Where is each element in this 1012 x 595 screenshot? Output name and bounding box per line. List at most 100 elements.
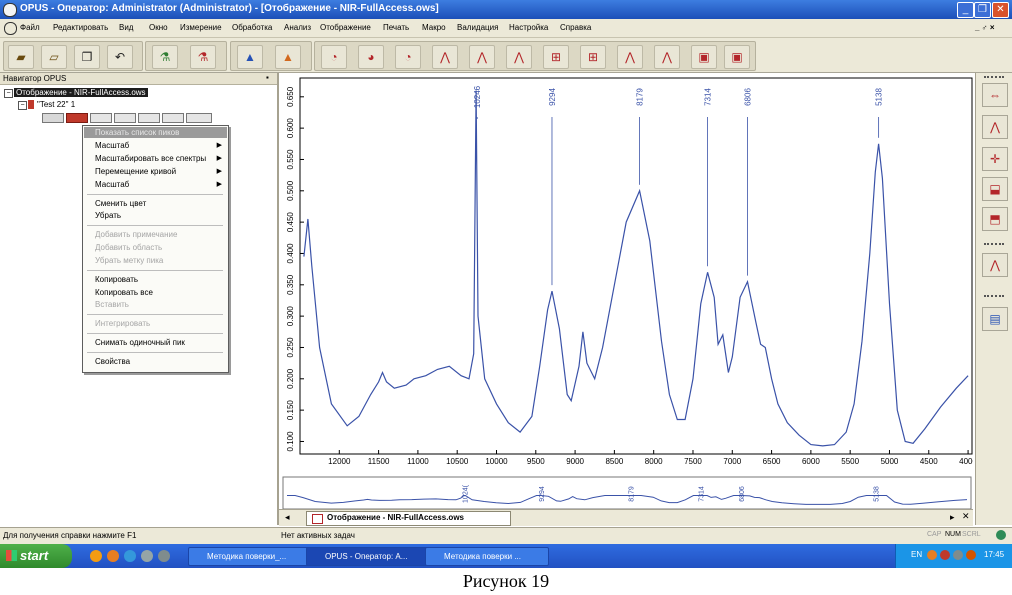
- ctx-change-color[interactable]: Сменить цвет: [95, 199, 146, 208]
- undo-icon[interactable]: ↶: [107, 45, 133, 69]
- peak-view-icon[interactable]: ⋀: [982, 115, 1008, 139]
- open-file-icon[interactable]: ▰: [8, 45, 34, 69]
- tree-child-node[interactable]: "Test 22" 1: [37, 100, 75, 109]
- document-tab[interactable]: Отображение - NIR-FullAccess.ows: [306, 511, 511, 526]
- quicklaunch-icon[interactable]: [158, 550, 170, 562]
- x-tick-label: 9500: [527, 457, 545, 466]
- subtract-icon[interactable]: ⋀: [506, 45, 532, 69]
- menu-window[interactable]: Окно: [149, 23, 168, 32]
- menu-display[interactable]: Отображение: [320, 23, 371, 32]
- conversion-icon[interactable]: ⋀: [654, 45, 680, 69]
- cut-icon[interactable]: ◕: [358, 45, 384, 69]
- ctx-copy[interactable]: Копировать: [95, 275, 138, 284]
- normalize-icon[interactable]: ◔: [395, 45, 421, 69]
- quicklaunch-icon[interactable]: [90, 550, 102, 562]
- data-block-selected[interactable]: [66, 113, 88, 123]
- tray-icon[interactable]: [953, 550, 963, 560]
- data-block-1[interactable]: [90, 113, 112, 123]
- smooth-icon[interactable]: ⋀: [432, 45, 458, 69]
- report-icon[interactable]: ▣: [691, 45, 717, 69]
- peak-pick-icon[interactable]: ⊞: [543, 45, 569, 69]
- menu-print[interactable]: Печать: [383, 23, 409, 32]
- quicklaunch-icon[interactable]: [107, 550, 119, 562]
- tree-expand-icon[interactable]: −: [4, 89, 13, 98]
- tree-root-node[interactable]: Отображение - NIR-FullAccess.ows: [14, 88, 148, 97]
- spectrum-view-icon[interactable]: ⋀: [982, 253, 1008, 277]
- spectra-overlay-icon[interactable]: ▲: [275, 45, 301, 69]
- save-file-icon[interactable]: ▱: [41, 45, 67, 69]
- menu-macro[interactable]: Макро: [422, 23, 446, 32]
- separator: [87, 225, 223, 226]
- quicklaunch-icon[interactable]: [124, 550, 136, 562]
- data-block-3[interactable]: [138, 113, 160, 123]
- spectrum-plot[interactable]: 0.100 0.150 0.200 0.250 0.300 0.350 0.400 0.450…: [279, 73, 973, 525]
- minimize-button[interactable]: _: [957, 2, 974, 18]
- data-block-ab[interactable]: [42, 113, 64, 123]
- ctx-show-peak-list[interactable]: Показать список пиков: [95, 128, 179, 137]
- windows-icon[interactable]: ❐: [74, 45, 100, 69]
- status-tasks: Нет активных задач: [281, 531, 355, 540]
- restore-button[interactable]: ❐: [974, 2, 991, 18]
- close-tab-icon[interactable]: ✕: [962, 511, 970, 522]
- zoom-out-icon[interactable]: ⬒: [982, 207, 1008, 231]
- scroll-left-icon[interactable]: ◂: [285, 512, 290, 523]
- zoom-in-icon[interactable]: ⇔: [982, 83, 1008, 107]
- data-block-4[interactable]: [162, 113, 184, 123]
- menu-measure[interactable]: Измерение: [180, 23, 222, 32]
- menu-file[interactable]: Файл: [20, 23, 40, 32]
- spectra-compare-icon[interactable]: ▲: [237, 45, 263, 69]
- y-tick-label: 0.150: [286, 400, 295, 421]
- quant-icon[interactable]: ⋀: [617, 45, 643, 69]
- ctx-paste: Вставить: [95, 300, 129, 309]
- tray-lang[interactable]: EN: [911, 550, 922, 559]
- ctx-remove[interactable]: Убрать: [95, 211, 121, 220]
- quicklaunch-icon[interactable]: [141, 550, 153, 562]
- close-button[interactable]: ✕: [992, 2, 1009, 18]
- taskbar-item-doc2[interactable]: Методика поверки ...: [425, 547, 549, 566]
- pin-icon[interactable]: ▪: [266, 73, 269, 82]
- menu-help[interactable]: Справка: [560, 23, 591, 32]
- menu-analysis[interactable]: Анализ: [284, 23, 311, 32]
- ctx-copy-all[interactable]: Копировать все: [95, 288, 153, 297]
- properties-view-icon[interactable]: ▤: [982, 307, 1008, 331]
- ctx-move-curve[interactable]: Перемещение кривой: [95, 167, 176, 176]
- crosshair-icon[interactable]: ✛: [982, 147, 1008, 171]
- toolbar: ▰ ▱ ❐ ↶ ⚗ ⚗ ▲ ▲ ◔ ◕ ◔ ⋀ ⋀ ⋀ ⊞ ⊞ ⋀ ⋀ ▣ ▣: [0, 38, 1012, 73]
- tree-expand-icon[interactable]: −: [18, 101, 27, 110]
- tray-icon[interactable]: [966, 550, 976, 560]
- menu-settings[interactable]: Настройка: [509, 23, 548, 32]
- zoom-region-icon[interactable]: ⬓: [982, 177, 1008, 201]
- ctx-scale[interactable]: Масштаб: [95, 141, 129, 150]
- status-indicator-icon: [996, 530, 1006, 540]
- tray-icon[interactable]: [940, 550, 950, 560]
- ctx-scale-all[interactable]: Масштабировать все спектры: [95, 154, 206, 163]
- menu-edit[interactable]: Редактировать: [53, 23, 108, 32]
- scroll-right-icon[interactable]: ▸: [950, 512, 955, 523]
- menu-view[interactable]: Вид: [119, 23, 133, 32]
- x-tick-label: 4500: [920, 457, 938, 466]
- integrate-icon[interactable]: ⊞: [580, 45, 606, 69]
- report2-icon[interactable]: ▣: [724, 45, 750, 69]
- taskbar-item-doc1[interactable]: Методика поверки_...: [188, 547, 312, 566]
- mdi-controls[interactable]: _ ♂ ×: [975, 23, 995, 32]
- menu-process[interactable]: Обработка: [232, 23, 272, 32]
- tray-icon[interactable]: [927, 550, 937, 560]
- clock[interactable]: 17:45: [984, 550, 1004, 559]
- peak-label: 7314: [704, 88, 713, 106]
- overview-label: 6806: [739, 486, 746, 502]
- x-tick-label: 9000: [566, 457, 584, 466]
- spectrum-file-icon: [28, 100, 34, 109]
- derivative-icon[interactable]: ⋀: [469, 45, 495, 69]
- ctx-properties[interactable]: Свойства: [95, 357, 130, 366]
- menu-validation[interactable]: Валидация: [457, 23, 498, 32]
- opus-menu-icon[interactable]: [4, 22, 17, 35]
- data-block-2[interactable]: [114, 113, 136, 123]
- advanced-measure-icon[interactable]: ⚗: [190, 45, 216, 69]
- taskbar-item-opus[interactable]: OPUS - Оператор: A...: [306, 547, 430, 566]
- measure-icon[interactable]: ⚗: [152, 45, 178, 69]
- ctx-single-peak[interactable]: Снимать одиночный пик: [95, 338, 185, 347]
- ctx-scale-2[interactable]: Масштаб: [95, 180, 129, 189]
- data-block-history[interactable]: [186, 113, 212, 123]
- baseline-icon[interactable]: ◔: [321, 45, 347, 69]
- submenu-arrow-icon: ▶: [216, 181, 222, 188]
